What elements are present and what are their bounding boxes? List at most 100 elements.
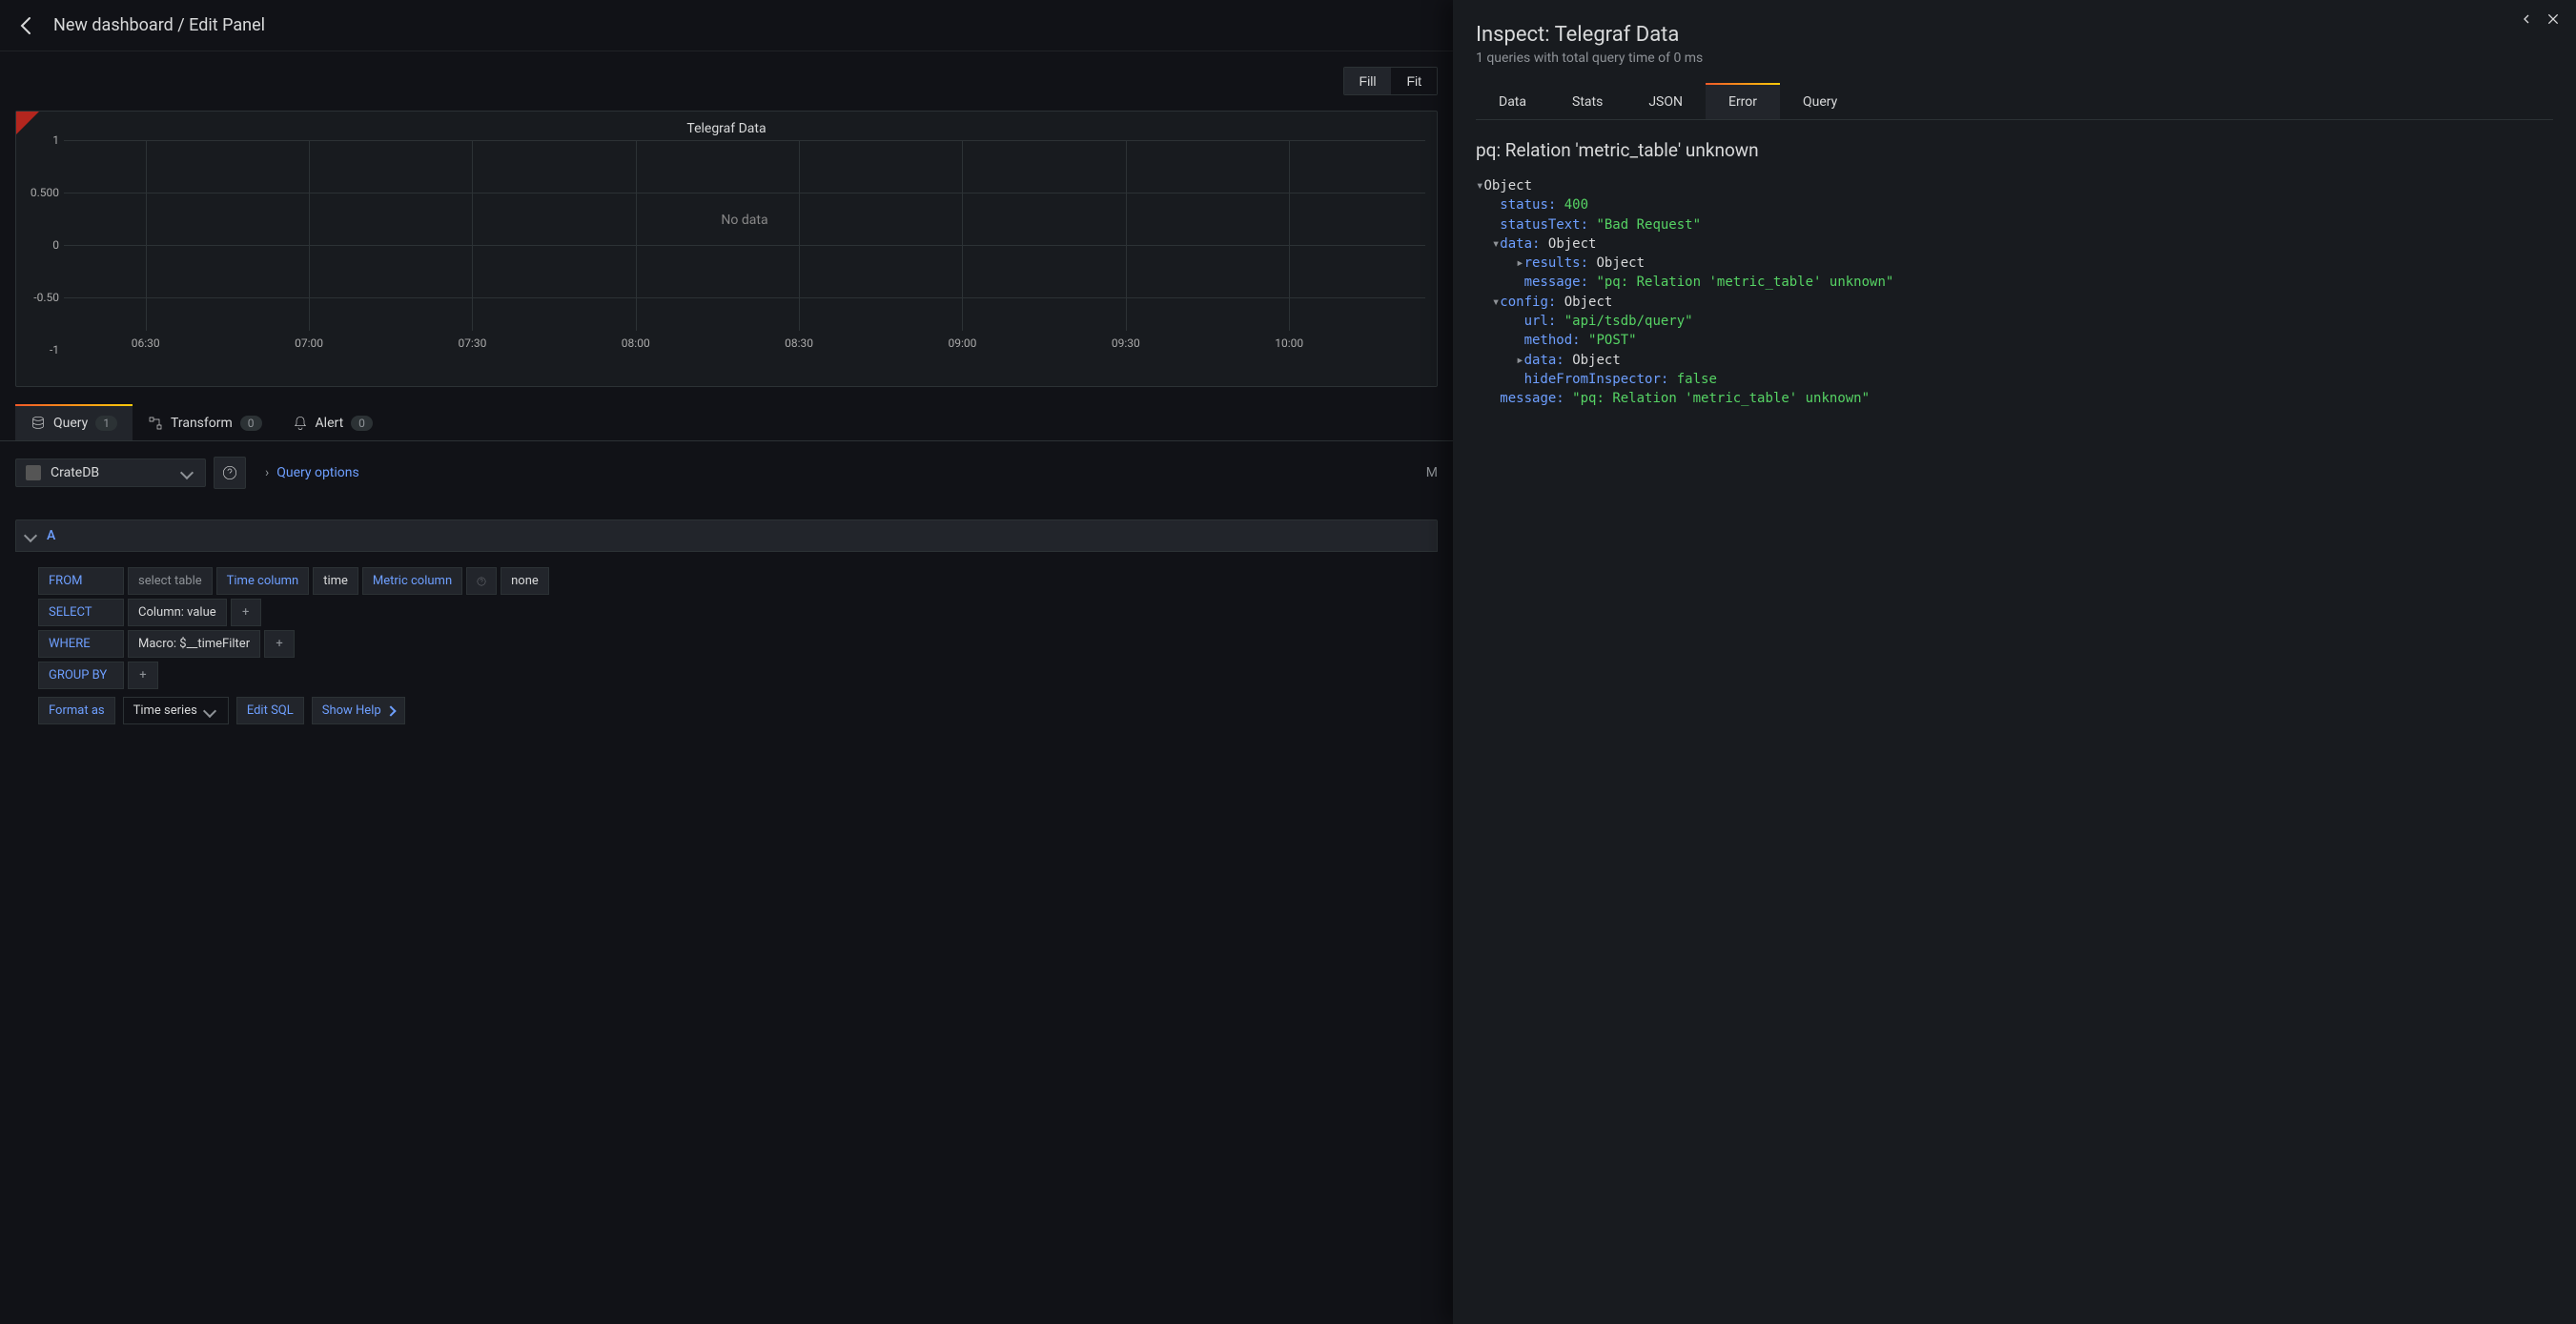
time-column-label: Time column [216, 567, 310, 595]
chevron-right-icon [385, 705, 396, 716]
datasource-help-button[interactable] [214, 457, 246, 489]
format-row: Format as Time series Edit SQL Show Help [15, 697, 1438, 724]
inspector-tab-stats[interactable]: Stats [1549, 85, 1625, 119]
show-help-label: Show Help [322, 703, 381, 718]
error-heading: pq: Relation 'metric_table' unknown [1476, 139, 2553, 161]
inspector-drawer: Inspect: Telegraf Data 1 queries with to… [1453, 0, 2576, 1324]
grid-line [962, 140, 963, 331]
error-json-tree[interactable]: ▾Object status: 400 statusText: "Bad Req… [1476, 176, 2553, 409]
grid-line [64, 297, 1425, 298]
tab-label: Transform [171, 416, 233, 431]
drawer-close-icon[interactable] [2545, 11, 2561, 27]
x-tick: 08:00 [622, 336, 650, 350]
tab-badge: 0 [351, 416, 373, 431]
time-column-segment[interactable]: time [313, 567, 358, 595]
tab-label: Query [53, 416, 88, 431]
edit-sql-button[interactable]: Edit SQL [236, 697, 304, 724]
show-help-button[interactable]: Show Help [312, 697, 405, 724]
panel-error-indicator[interactable] [16, 112, 39, 134]
help-icon [477, 575, 486, 588]
chart-panel: Telegraf Data 1 0.500 0 -0.50 -1 06:30 0… [15, 111, 1438, 387]
editor-tabs: Query 1 Transform 0 Alert 0 [0, 406, 1453, 441]
inspector-controls [2519, 11, 2561, 27]
format-as-label: Format as [38, 697, 115, 724]
x-tick: 10:00 [1275, 336, 1303, 350]
x-tick: 06:30 [132, 336, 160, 350]
select-label: SELECT [38, 599, 124, 626]
from-table-segment[interactable]: select table [128, 567, 213, 595]
bell-icon [293, 416, 308, 431]
groupby-label: GROUP BY [38, 662, 124, 689]
sql-where-row: WHERE Macro: $__timeFilter + [15, 630, 1438, 658]
inspector-tab-query[interactable]: Query [1780, 85, 1860, 119]
back-arrow-icon[interactable] [15, 14, 38, 37]
database-icon [31, 416, 46, 431]
help-icon [222, 465, 237, 480]
x-tick: 07:30 [458, 336, 486, 350]
metric-column-label: Metric column [362, 567, 462, 595]
datasource-logo-icon [26, 465, 41, 480]
inspector-tabs: Data Stats JSON Error Query [1476, 85, 2553, 120]
format-value: Time series [133, 703, 197, 718]
grid-line [472, 140, 473, 331]
grid-line [64, 193, 1425, 194]
grid-line [799, 140, 800, 331]
metric-column-segment[interactable]: none [501, 567, 549, 595]
query-options-md: M [1426, 465, 1438, 480]
fill-fit-toggle: Fill Fit [1343, 67, 1438, 95]
no-data-text: No data [721, 213, 767, 228]
fill-fit-toolbar: Fill Fit [0, 51, 1453, 95]
inspector-tab-json[interactable]: JSON [1625, 85, 1706, 119]
query-options-toggle[interactable]: › Query options [254, 459, 371, 486]
select-add-button[interactable]: + [231, 599, 261, 626]
chart-area: 1 0.500 0 -0.50 -1 06:30 07:00 07:30 08:… [64, 140, 1425, 350]
where-label: WHERE [38, 630, 124, 658]
grid-line [1126, 140, 1127, 331]
tab-alert[interactable]: Alert 0 [277, 406, 388, 440]
tab-transform[interactable]: Transform 0 [133, 406, 277, 440]
x-tick: 09:30 [1112, 336, 1140, 350]
y-tick: 0 [21, 238, 59, 252]
tab-badge: 0 [240, 416, 262, 431]
chevron-down-icon [203, 703, 216, 717]
grid-line [146, 140, 147, 331]
transform-icon [148, 416, 163, 431]
x-tick: 08:30 [785, 336, 813, 350]
datasource-name: CrateDB [51, 465, 99, 480]
tab-query[interactable]: Query 1 [15, 406, 133, 440]
grid-line [1289, 140, 1290, 331]
grid-line [636, 140, 637, 331]
inspector-tab-data[interactable]: Data [1476, 85, 1549, 119]
from-label: FROM [38, 567, 124, 595]
grid-line [309, 140, 310, 331]
main-panel: Fill Fit Telegraf Data 1 0.500 0 -0.50 -… [0, 51, 1453, 1324]
datasource-row: CrateDB › Query options M [15, 457, 1438, 489]
query-row-header[interactable]: A [15, 519, 1438, 552]
inspector-title: Inspect: Telegraf Data [1476, 23, 2553, 47]
datasource-picker[interactable]: CrateDB [15, 458, 206, 487]
y-tick: -0.50 [21, 291, 59, 304]
chevron-down-icon [24, 529, 37, 542]
inspector-subtitle: 1 queries with total query time of 0 ms [1476, 51, 2553, 66]
format-as-select[interactable]: Time series [123, 697, 229, 724]
select-column-segment[interactable]: Column: value [128, 599, 227, 626]
where-add-button[interactable]: + [264, 630, 295, 658]
where-macro-segment[interactable]: Macro: $__timeFilter [128, 630, 260, 658]
page-title: New dashboard / Edit Panel [53, 15, 265, 35]
inspector-tab-error[interactable]: Error [1706, 85, 1780, 119]
drawer-expand-icon[interactable] [2519, 11, 2534, 27]
grid-line [64, 140, 1425, 141]
grid-line [64, 245, 1425, 246]
x-tick: 09:00 [949, 336, 977, 350]
query-options-label: Query options [276, 465, 359, 480]
chevron-down-icon [180, 466, 194, 479]
fill-button[interactable]: Fill [1344, 68, 1392, 94]
query-editor-area: CrateDB › Query options M A FROM select … [0, 441, 1453, 740]
groupby-add-button[interactable]: + [128, 662, 158, 689]
x-tick: 07:00 [295, 336, 323, 350]
panel-title: Telegraf Data [16, 112, 1437, 140]
fit-button[interactable]: Fit [1391, 68, 1437, 94]
metric-column-help[interactable] [466, 567, 497, 595]
inspector-error-content: pq: Relation 'metric_table' unknown ▾Obj… [1476, 120, 2553, 428]
y-tick: -1 [21, 343, 59, 356]
